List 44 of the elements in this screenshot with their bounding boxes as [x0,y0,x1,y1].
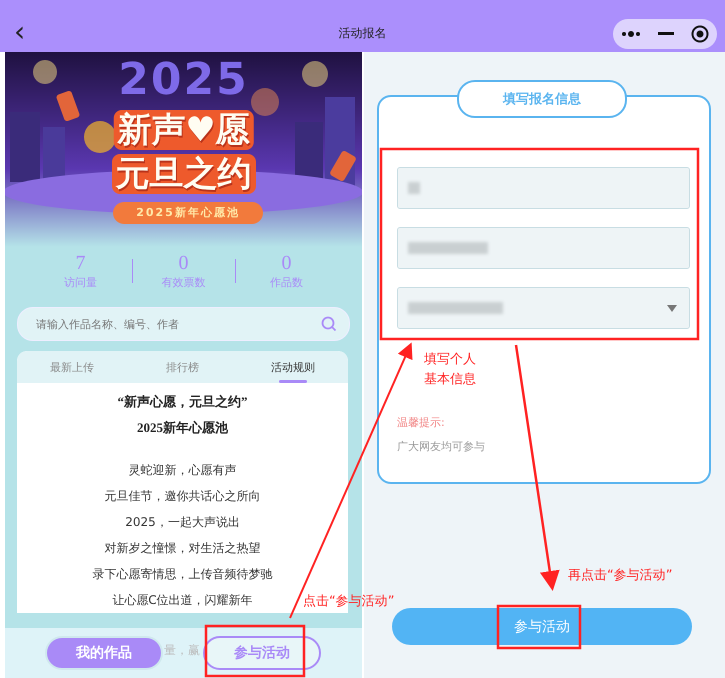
stat-label: 作品数 [270,275,303,290]
search-field[interactable]: 请输入作品名称、编号、作者 [34,316,321,332]
annotation-text: 基本信息 [424,371,476,389]
search-bar[interactable]: 请输入作品名称、编号、作者 [17,307,350,341]
stat-label: 访问量 [64,275,97,290]
rules-line: 量，赢 [164,642,200,659]
banner-badge: 2025新年心愿池 [113,202,263,224]
dropdown-icon [667,304,677,312]
minimize-icon[interactable] [658,32,674,36]
select-field[interactable] [397,287,690,329]
annotation-text: 填写个人 [424,351,476,369]
annotation-text: 再点击“参与活动” [568,567,672,585]
input-field[interactable] [397,227,690,269]
banner-title: 元旦之约 [112,154,256,194]
close-icon[interactable] [690,25,709,43]
rules-line: 对新岁之憧憬，对生活之热望 [104,540,260,557]
stat-label: 有效票数 [162,275,206,290]
rules-heading: “新声心愿，元旦之约” [118,393,248,411]
rules-line: 2025，一起大声说出 [125,514,240,531]
rules-heading: 2025新年心愿池 [137,419,228,437]
tab[interactable]: 排行榜 [127,351,238,383]
join-button[interactable]: 参与活动 [203,636,321,670]
capsule-menu[interactable] [613,19,717,49]
page-title: 活动报名 [338,25,386,42]
tab[interactable]: 最新上传 [17,351,128,383]
rules-line: 灵蛇迎新，心愿有声 [128,462,236,479]
back-button[interactable]: ‹ [14,20,26,44]
annotation-text: 点击“参与活动” [303,593,394,611]
my-works-button[interactable]: 我的作品 [45,636,163,670]
tip-text: 广大网友均可参与 [397,439,485,454]
rules-line: 让心愿C位出道，闪耀新年 [112,592,253,609]
stat-value: 7 [76,252,86,275]
input-field[interactable] [397,167,690,209]
tab[interactable]: 活动规则 [238,351,348,383]
tip-title: 温馨提示: [397,415,445,430]
form-title: 填写报名信息 [457,80,627,118]
more-icon[interactable] [621,31,642,37]
stat-value: 0 [178,252,188,275]
stat-value: 0 [282,252,292,275]
banner-title: 新声♥愿 [113,110,254,150]
rules-line: 录下心愿寄情思，上传音频待梦驰 [92,566,272,583]
submit-button[interactable]: 参与活动 [392,608,692,645]
banner-year: 2025 [118,54,249,105]
rules-line: 元旦佳节，邀你共话心之所向 [104,488,260,505]
